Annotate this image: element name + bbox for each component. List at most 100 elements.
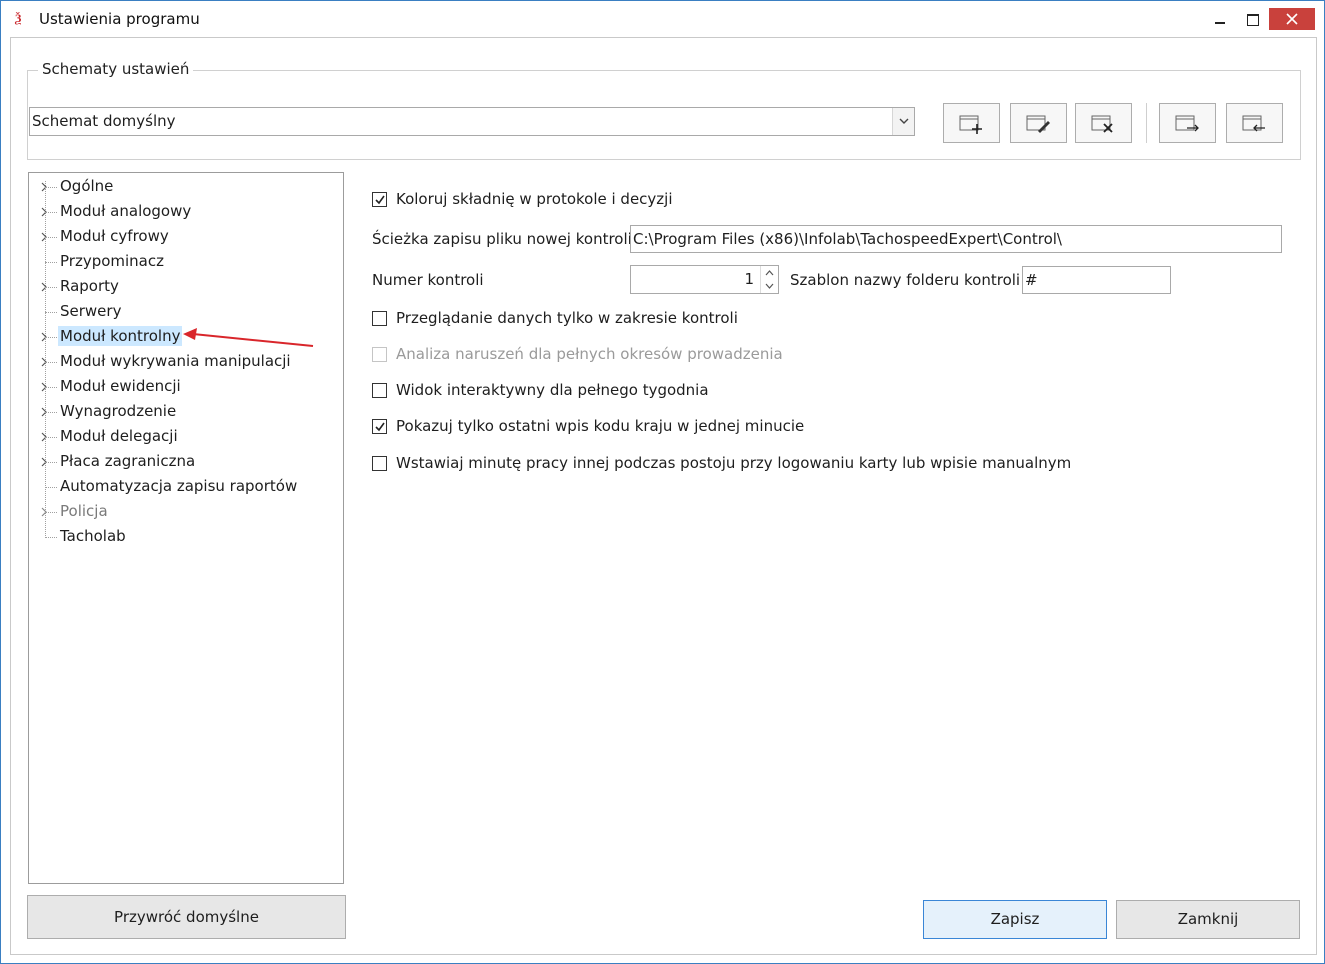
scheme-select-value: Schemat domyślny bbox=[32, 112, 176, 130]
tree-item-modul-analogowy[interactable]: Moduł analogowy bbox=[29, 200, 339, 224]
last-country-label: Pokazuj tylko ostatni wpis kodu kraju w … bbox=[396, 417, 805, 435]
path-label: Ścieżka zapisu pliku nowej kontroli bbox=[372, 230, 632, 248]
restore-defaults-button[interactable]: Przywróć domyślne bbox=[27, 895, 346, 939]
tree-item-label[interactable]: Automatyzacja zapisu raportów bbox=[58, 476, 299, 496]
export-scheme-button[interactable] bbox=[1159, 103, 1216, 143]
tree-item-modul-wykrywania-manipulacji[interactable]: Moduł wykrywania manipulacji bbox=[29, 350, 339, 374]
tree-item-label[interactable]: Raporty bbox=[58, 276, 121, 296]
color-syntax-checkbox[interactable] bbox=[372, 192, 387, 207]
tree-item-label[interactable]: Ogólne bbox=[58, 176, 115, 196]
stepper-up-button[interactable] bbox=[761, 266, 778, 279]
tree-item-label[interactable]: Wynagrodzenie bbox=[58, 401, 178, 421]
tree-connector bbox=[45, 437, 57, 438]
tree-item-modul-cyfrowy[interactable]: Moduł cyfrowy bbox=[29, 225, 339, 249]
scheme-select[interactable]: Schemat domyślny bbox=[29, 107, 915, 136]
window-title: Ustawienia programu bbox=[39, 10, 200, 28]
title-bar: Ѯ Ustawienia programu bbox=[1, 1, 1324, 37]
stepper-down-button[interactable] bbox=[761, 279, 778, 292]
settings-content: Schematy ustawień Schemat domyślny Ogóln… bbox=[10, 37, 1317, 955]
tree-item-label[interactable]: Moduł delegacji bbox=[58, 426, 180, 446]
schemes-legend: Schematy ustawień bbox=[38, 60, 194, 78]
tree-item-placa-zagraniczna[interactable]: Płaca zagraniczna bbox=[29, 450, 339, 474]
browse-range-checkbox[interactable] bbox=[372, 311, 387, 326]
toolbar-separator bbox=[1146, 103, 1147, 143]
close-button[interactable]: Zamknij bbox=[1116, 900, 1300, 939]
app-logo-icon: Ѯ bbox=[14, 11, 21, 25]
tree-item-label[interactable]: Serwery bbox=[58, 301, 123, 321]
import-scheme-button[interactable] bbox=[1226, 103, 1283, 143]
tree-item-label[interactable]: Policja bbox=[58, 501, 110, 521]
import-scheme-icon bbox=[1242, 115, 1265, 132]
add-scheme-button[interactable] bbox=[943, 103, 1000, 143]
number-stepper[interactable]: 1 bbox=[630, 265, 779, 294]
tree-item-raporty[interactable]: Raporty bbox=[29, 275, 339, 299]
tree-connector bbox=[45, 487, 57, 488]
tree-item-przypominacz[interactable]: Przypominacz bbox=[29, 250, 339, 274]
edit-scheme-button[interactable] bbox=[1010, 103, 1067, 143]
tree-connector bbox=[45, 287, 57, 288]
tree-item-wynagrodzenie[interactable]: Wynagrodzenie bbox=[29, 400, 339, 424]
violation-analysis-label: Analiza naruszeń dla pełnych okresów pro… bbox=[396, 345, 783, 363]
save-button[interactable]: Zapisz bbox=[923, 900, 1107, 939]
path-input[interactable] bbox=[630, 225, 1282, 253]
tree-item-label[interactable]: Przypominacz bbox=[58, 251, 166, 271]
tree-connector bbox=[45, 237, 57, 238]
tree-connector bbox=[45, 212, 57, 213]
edit-scheme-icon bbox=[1026, 115, 1050, 133]
tree-connector bbox=[45, 462, 57, 463]
check-icon bbox=[375, 195, 385, 205]
tree-item-modul-ewidencji[interactable]: Moduł ewidencji bbox=[29, 375, 339, 399]
minimize-button[interactable] bbox=[1205, 3, 1235, 29]
tree-item-label[interactable]: Moduł analogowy bbox=[58, 201, 193, 221]
chevron-up-icon bbox=[765, 270, 774, 276]
tree-item-serwery[interactable]: Serwery bbox=[29, 300, 339, 324]
tree-item-label-selected[interactable]: Moduł kontrolny bbox=[58, 326, 183, 346]
chevron-down-icon bbox=[765, 283, 774, 289]
tree-item-tacholab[interactable]: Tacholab bbox=[29, 525, 339, 549]
add-scheme-icon bbox=[959, 115, 982, 134]
tree-connector bbox=[45, 362, 57, 363]
tree-item-policja[interactable]: Policja bbox=[29, 500, 339, 524]
tree-connector bbox=[45, 412, 57, 413]
tree-connector bbox=[45, 387, 57, 388]
last-country-checkbox[interactable] bbox=[372, 419, 387, 434]
interactive-view-label: Widok interaktywny dla pełnego tygodnia bbox=[396, 381, 709, 399]
insert-minute-checkbox[interactable] bbox=[372, 456, 387, 471]
number-label: Numer kontroli bbox=[372, 271, 484, 289]
tree-connector bbox=[45, 312, 57, 313]
insert-minute-label: Wstawiaj minutę pracy innej podczas post… bbox=[396, 454, 1072, 472]
delete-scheme-button[interactable] bbox=[1075, 103, 1132, 143]
maximize-button[interactable] bbox=[1237, 3, 1267, 29]
tree-connector bbox=[45, 337, 57, 338]
folder-template-input[interactable] bbox=[1022, 266, 1171, 294]
tree-item-label[interactable]: Moduł ewidencji bbox=[58, 376, 183, 396]
number-value: 1 bbox=[744, 270, 754, 288]
tree-connector bbox=[45, 187, 57, 188]
export-scheme-icon bbox=[1175, 115, 1199, 132]
tree-item-label[interactable]: Moduł cyfrowy bbox=[58, 226, 171, 246]
settings-tree[interactable]: Ogólne Moduł analogowy Moduł cyfrowy Prz… bbox=[28, 172, 344, 884]
delete-scheme-icon bbox=[1091, 115, 1113, 133]
tree-connector bbox=[45, 262, 57, 263]
tree-item-label[interactable]: Tacholab bbox=[58, 526, 128, 546]
annotation-arrow bbox=[183, 328, 314, 347]
tree-item-modul-delegacji[interactable]: Moduł delegacji bbox=[29, 425, 339, 449]
browse-range-label: Przeglądanie danych tylko w zakresie kon… bbox=[396, 309, 738, 327]
violation-analysis-checkbox[interactable] bbox=[372, 347, 387, 362]
tree-item-ogolne[interactable]: Ogólne bbox=[29, 175, 339, 199]
settings-window: Ѯ Ustawienia programu Schematy ustawień … bbox=[0, 0, 1325, 964]
close-icon bbox=[1286, 13, 1298, 25]
tree-connector bbox=[45, 512, 57, 513]
tree-connector bbox=[45, 537, 57, 538]
tree-item-automatyzacja-zapisu-raportow[interactable]: Automatyzacja zapisu raportów bbox=[29, 475, 339, 499]
svg-text:Ѯ: Ѯ bbox=[14, 11, 21, 25]
tree-item-label[interactable]: Płaca zagraniczna bbox=[58, 451, 197, 471]
interactive-view-checkbox[interactable] bbox=[372, 383, 387, 398]
chevron-down-icon bbox=[899, 118, 909, 124]
stepper-buttons bbox=[760, 266, 778, 293]
tree-item-label[interactable]: Moduł wykrywania manipulacji bbox=[58, 351, 293, 371]
check-icon bbox=[375, 422, 385, 432]
close-window-button[interactable] bbox=[1269, 8, 1315, 30]
scheme-dropdown-button[interactable] bbox=[892, 108, 914, 135]
folder-template-label: Szablon nazwy folderu kontroli bbox=[790, 271, 1021, 289]
